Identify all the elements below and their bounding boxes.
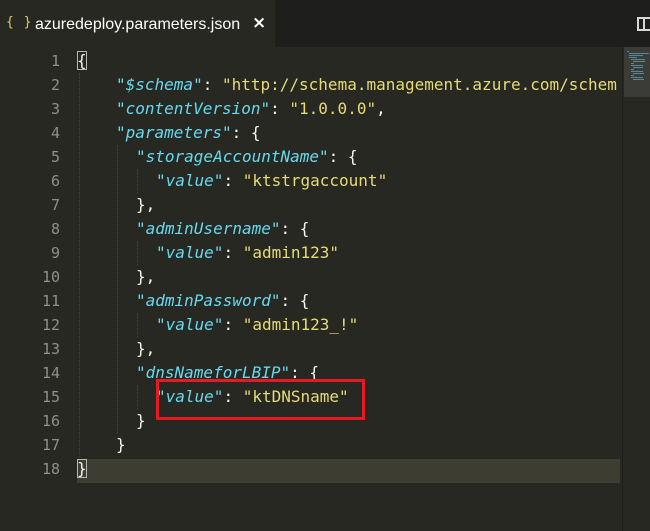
line-number: 7: [50, 196, 60, 214]
code-editor[interactable]: 1 2 3 4 5 6 7 8 9 10 11 12 13 14 15 16 1…: [0, 47, 650, 531]
json-punct: },: [136, 339, 156, 358]
json-braces-icon: { }: [6, 15, 33, 30]
line-number: 4: [50, 124, 60, 142]
line-number: 3: [50, 100, 60, 118]
closing-brace: }: [77, 459, 87, 478]
code-content[interactable]: { "$schema": "http://schema.management.a…: [77, 47, 622, 531]
line-number: 8: [50, 220, 60, 238]
code-line-3[interactable]: "contentVersion": "1.0.0.0",: [116, 97, 386, 121]
code-line-7[interactable]: },: [136, 193, 155, 217]
line-number: 13: [41, 340, 60, 358]
code-line-12[interactable]: "value": "admin123_!": [156, 313, 358, 337]
editor-tab-bar: { } azuredeploy.parameters.json ×: [0, 0, 650, 47]
json-key: "$schema": [116, 75, 203, 94]
code-line-13[interactable]: },: [136, 337, 155, 361]
line-number: 18: [41, 460, 60, 478]
json-string: "admin123": [242, 243, 340, 262]
indent-guide: [79, 73, 81, 457]
line-number: 12: [41, 316, 60, 334]
json-key: "contentVersion": [116, 99, 271, 118]
line-number: 15: [41, 388, 60, 406]
opening-brace: {: [77, 51, 87, 70]
indent-guide: [137, 169, 139, 193]
json-key: "adminUsername": [136, 219, 281, 238]
line-number: 5: [50, 148, 60, 166]
json-punct: },: [136, 267, 156, 286]
indent-guide: [137, 313, 139, 337]
line-number: 16: [41, 412, 60, 430]
code-line-2[interactable]: "$schema": "http://schema.management.azu…: [116, 73, 617, 97]
line-number: 6: [50, 172, 60, 190]
line-number: 1: [50, 52, 60, 70]
json-key: "adminPassword": [136, 291, 281, 310]
json-punct: :: [270, 99, 290, 118]
json-punct: }: [116, 435, 126, 454]
json-punct: :: [202, 75, 222, 94]
close-icon[interactable]: ×: [252, 13, 266, 33]
line-number: 9: [50, 244, 60, 262]
minimap[interactable]: [622, 47, 650, 531]
code-line-9[interactable]: "value": "admin123": [156, 241, 339, 265]
json-string: "1.0.0.0": [289, 99, 377, 118]
json-key: "storageAccountName": [136, 147, 329, 166]
split-editor-icon[interactable]: [637, 17, 650, 31]
code-line-17[interactable]: }: [116, 433, 126, 457]
indent-guide: [137, 241, 139, 265]
json-punct: : {: [231, 123, 261, 142]
json-punct: ,: [376, 99, 386, 118]
json-punct: :: [223, 315, 243, 334]
code-line-11[interactable]: "adminPassword": {: [136, 289, 309, 313]
json-key: "value": [156, 315, 224, 334]
json-punct: },: [136, 195, 156, 214]
indent-guide: [117, 145, 119, 433]
tab-azuredeploy-parameters[interactable]: { } azuredeploy.parameters.json ×: [0, 0, 275, 47]
code-line-8[interactable]: "adminUsername": {: [136, 217, 309, 241]
scrollbar-thumb[interactable]: [624, 47, 650, 97]
json-string: "ktstrgaccount": [242, 171, 388, 190]
code-line-16[interactable]: }: [136, 409, 146, 433]
json-punct: : {: [280, 219, 310, 238]
json-punct: :: [223, 243, 243, 262]
json-punct: : {: [280, 291, 310, 310]
code-line-18[interactable]: }: [77, 457, 87, 481]
json-string: "http://schema.management.azure.com/sche…: [221, 75, 617, 94]
line-number: 14: [41, 364, 60, 382]
code-line-6[interactable]: "value": "ktstrgaccount": [156, 169, 387, 193]
json-key: "parameters": [116, 123, 232, 142]
json-key: "value": [156, 243, 224, 262]
json-string: "admin123_!": [242, 315, 359, 334]
line-number: 11: [41, 292, 60, 310]
line-number: 17: [41, 436, 60, 454]
code-line-4[interactable]: "parameters": {: [116, 121, 261, 145]
annotation-highlight-box: [156, 379, 365, 420]
json-punct: }: [136, 411, 146, 430]
code-line-10[interactable]: },: [136, 265, 155, 289]
line-number: 2: [50, 76, 60, 94]
code-line-1[interactable]: {: [77, 49, 87, 73]
json-punct: :: [223, 171, 243, 190]
line-number: 10: [41, 268, 60, 286]
indent-guide: [137, 385, 139, 409]
tab-title[interactable]: azuredeploy.parameters.json: [35, 16, 240, 34]
code-line-5[interactable]: "storageAccountName": {: [136, 145, 358, 169]
json-key: "value": [156, 171, 224, 190]
json-punct: : {: [328, 147, 358, 166]
